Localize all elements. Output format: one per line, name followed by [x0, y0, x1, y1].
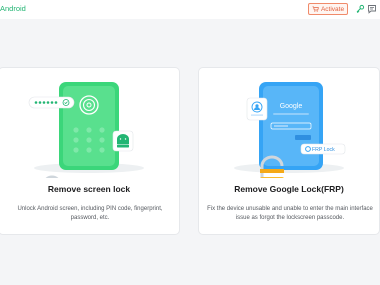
feedback-icon[interactable]: [367, 4, 377, 14]
google-label: Google: [280, 103, 303, 110]
frp-illustration: Google FRP Lock: [234, 82, 346, 178]
card-title: Remove Google Lock(FRP): [234, 184, 344, 194]
card-description: Unlock Android screen, including PIN cod…: [17, 206, 163, 221]
remove-screen-lock-card[interactable]: Remove screen lock Unlock Android screen…: [0, 67, 180, 235]
cart-icon: [312, 6, 319, 12]
activate-label: Activate: [320, 5, 345, 13]
card-description: Fix the device unusable and unable to en…: [207, 206, 373, 221]
frp-badge-label: FRP Lock: [312, 147, 335, 153]
remove-google-lock-card[interactable]: Google FRP Lock Remove Google Lock(FRP) …: [198, 67, 380, 235]
top-bar: Android Activate: [0, 0, 380, 19]
card-title: Remove screen lock: [47, 184, 131, 194]
activate-button[interactable]: Activate: [308, 3, 348, 15]
screen-lock-illustration: [28, 82, 144, 178]
key-icon[interactable]: [355, 4, 365, 14]
app-title: Android: [0, 4, 26, 13]
